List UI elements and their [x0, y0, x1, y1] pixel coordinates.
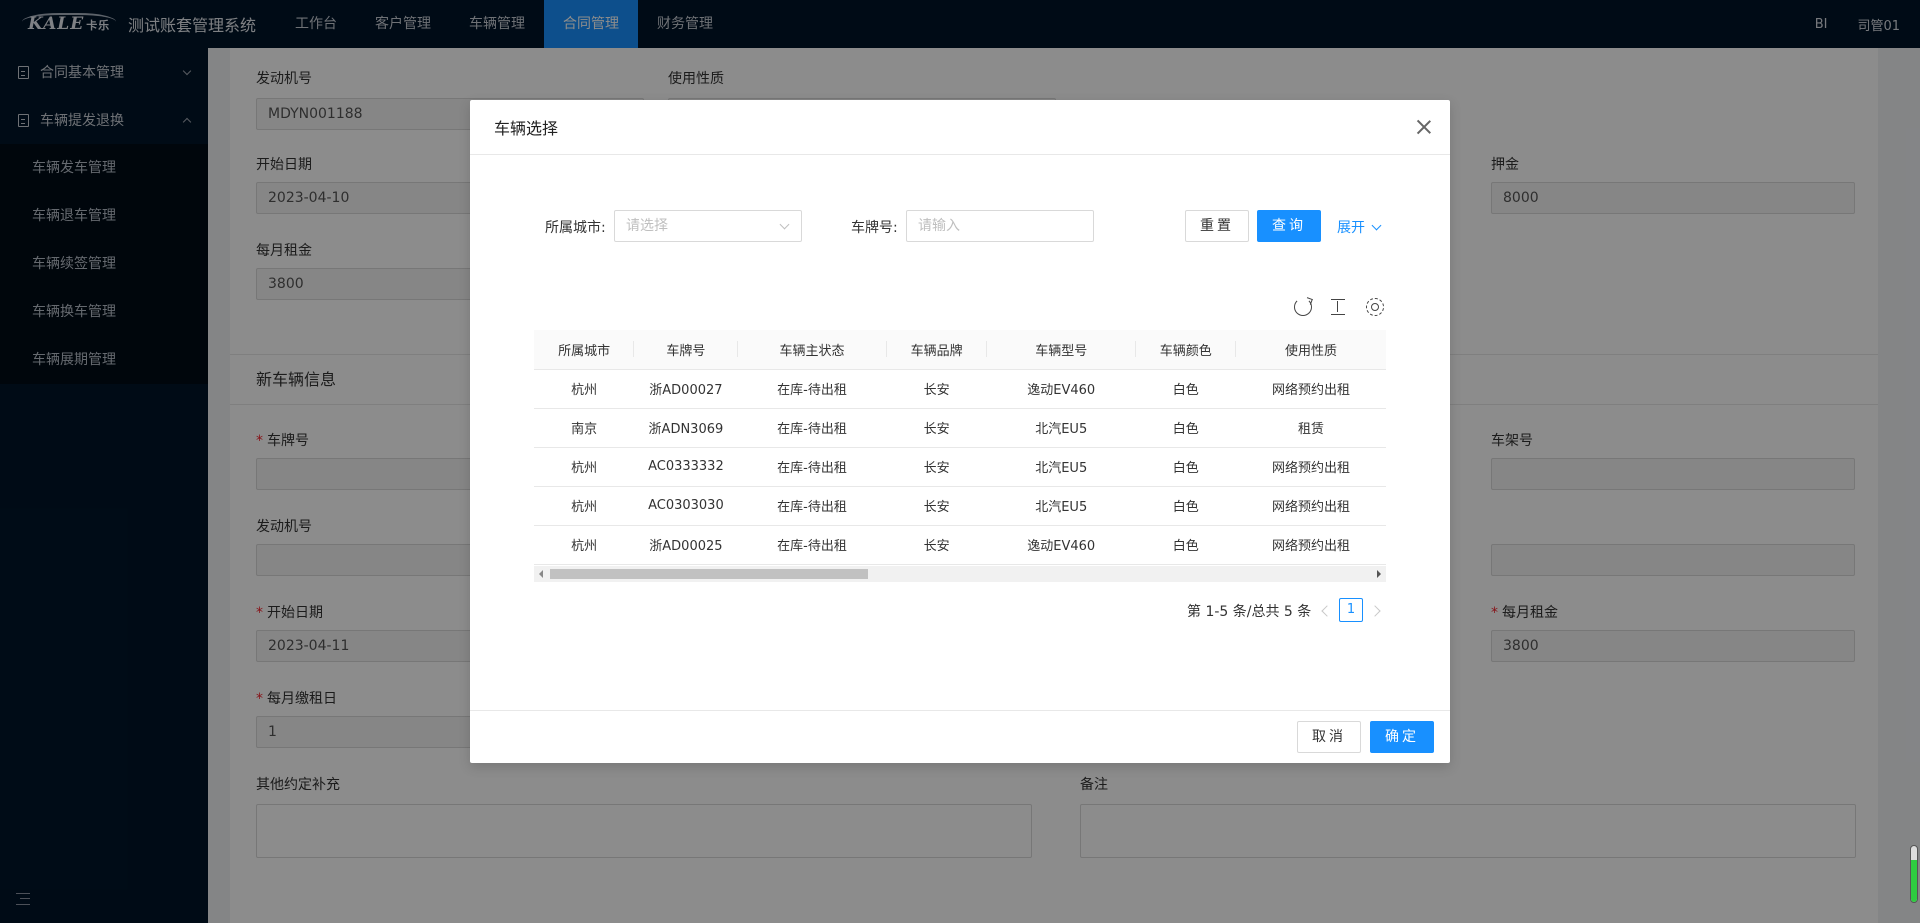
reset-button[interactable]: 重置 [1185, 210, 1249, 242]
table-row[interactable]: 杭州 浙AD00025 在库-待出租 长安 逸动EV460 白色 网络预约出租 [534, 525, 1386, 565]
horizontal-scrollbar[interactable] [534, 566, 1386, 582]
cell-color: 白色 [1135, 486, 1236, 526]
cell-color: 白色 [1135, 525, 1236, 565]
table-header-row: 所属城市 车牌号 车辆主状态 车辆品牌 车辆型号 车辆颜色 使用性质 [534, 330, 1386, 370]
column-header-brand: 车辆品牌 [886, 330, 987, 370]
column-header-status: 车辆主状态 [737, 330, 887, 370]
column-header-city: 所属城市 [534, 330, 635, 370]
cell-model: 北汽EU5 [986, 408, 1136, 448]
cell-use-type: 网络预约出租 [1235, 486, 1386, 526]
plate-search-input[interactable]: 请输入 [906, 210, 1094, 242]
query-button[interactable]: 查询 [1257, 210, 1321, 242]
cell-plate: AC0333332 [634, 447, 738, 487]
reload-icon[interactable] [1294, 298, 1312, 316]
city-filter-label: 所属城市: [545, 220, 606, 236]
city-select[interactable]: 请选择 [614, 210, 802, 242]
cell-city: 南京 [534, 408, 635, 448]
cell-brand: 长安 [886, 525, 987, 565]
vehicle-select-modal: 车辆选择 所属城市: 请选择 车牌号: 请输入 重置 查询 展开 所属城市 车牌… [470, 100, 1450, 763]
scrollbar-thumb[interactable] [550, 569, 868, 579]
cell-brand: 长安 [886, 369, 987, 409]
vehicle-table: 所属城市 车牌号 车辆主状态 车辆品牌 车辆型号 车辆颜色 使用性质 杭州 浙A… [534, 330, 1386, 582]
cell-use-type: 网络预约出租 [1235, 447, 1386, 487]
plate-input-placeholder: 请输入 [918, 218, 960, 234]
corner-level-indicator [1910, 845, 1918, 903]
table-row[interactable]: 杭州 AC0333332 在库-待出租 长安 北汽EU5 白色 网络预约出租 [534, 447, 1386, 487]
cell-use-type: 网络预约出租 [1235, 525, 1386, 565]
cell-plate: 浙ADN3069 [634, 408, 738, 448]
next-page-icon[interactable] [1369, 605, 1381, 617]
cell-model: 逸动EV460 [986, 369, 1136, 409]
ok-button[interactable]: 确定 [1370, 721, 1434, 753]
cell-plate: 浙AD00027 [634, 369, 738, 409]
cell-city: 杭州 [534, 369, 635, 409]
cell-status: 在库-待出租 [737, 447, 887, 487]
cell-brand: 长安 [886, 486, 987, 526]
prev-page-icon[interactable] [1321, 605, 1333, 617]
table-row[interactable]: 南京 浙ADN3069 在库-待出租 长安 北汽EU5 白色 租赁 [534, 408, 1386, 448]
cell-model: 逸动EV460 [986, 525, 1136, 565]
chevron-down-icon [779, 219, 790, 230]
cell-use-type: 租赁 [1235, 408, 1386, 448]
cell-color: 白色 [1135, 369, 1236, 409]
cell-color: 白色 [1135, 447, 1236, 487]
column-header-color: 车辆颜色 [1135, 330, 1236, 370]
column-header-plate: 车牌号 [634, 330, 738, 370]
cell-brand: 长安 [886, 408, 987, 448]
scroll-right-icon[interactable] [1377, 570, 1381, 578]
cell-plate: AC0303030 [634, 486, 738, 526]
cell-status: 在库-待出租 [737, 486, 887, 526]
modal-title: 车辆选择 [494, 119, 559, 138]
modal-footer: 取消 确定 [470, 710, 1450, 763]
modal-header: 车辆选择 [470, 100, 1450, 155]
table-row[interactable]: 杭州 AC0303030 在库-待出租 长安 北汽EU5 白色 网络预约出租 [534, 486, 1386, 526]
cell-model: 北汽EU5 [986, 447, 1136, 487]
expand-filters-link[interactable]: 展开 [1337, 217, 1382, 237]
chevron-down-icon [1371, 220, 1382, 231]
pagination-total: 第 1-5 条/总共 5 条 [1187, 604, 1312, 620]
cell-status: 在库-待出租 [737, 369, 887, 409]
cell-model: 北汽EU5 [986, 486, 1136, 526]
density-icon[interactable] [1330, 298, 1348, 316]
gear-icon[interactable] [1366, 298, 1384, 316]
column-header-use-type: 使用性质 [1235, 330, 1386, 370]
cell-color: 白色 [1135, 408, 1236, 448]
close-icon[interactable] [1414, 117, 1434, 137]
cancel-button[interactable]: 取消 [1297, 721, 1361, 753]
cell-brand: 长安 [886, 447, 987, 487]
scroll-left-icon[interactable] [539, 570, 543, 578]
cell-status: 在库-待出租 [737, 525, 887, 565]
city-select-placeholder: 请选择 [626, 218, 668, 234]
cell-city: 杭州 [534, 486, 635, 526]
cell-status: 在库-待出租 [737, 408, 887, 448]
cell-city: 杭州 [534, 525, 635, 565]
plate-filter-label: 车牌号: [851, 220, 898, 236]
table-row[interactable]: 杭州 浙AD00027 在库-待出租 长安 逸动EV460 白色 网络预约出租 [534, 369, 1386, 409]
cell-city: 杭州 [534, 447, 635, 487]
page-number-1[interactable]: 1 [1339, 598, 1363, 622]
cell-use-type: 网络预约出租 [1235, 369, 1386, 409]
column-header-model: 车辆型号 [986, 330, 1136, 370]
cell-plate: 浙AD00025 [634, 525, 738, 565]
